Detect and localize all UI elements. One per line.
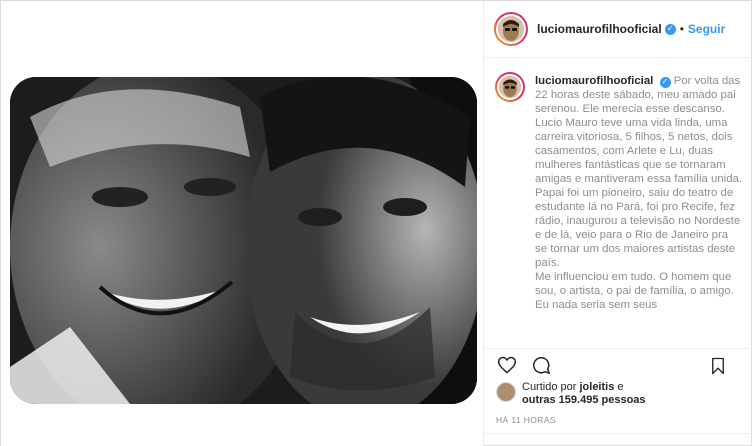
bookmark-icon[interactable]: [707, 355, 729, 377]
likes-summary: Curtido por joleitis e outras 159.495 pe…: [496, 381, 746, 411]
follow-button[interactable]: Seguir: [688, 22, 725, 36]
caption-avatar[interactable]: [495, 72, 525, 102]
caption-paragraph: Papai foi um pioneiro, saiu do teatro de…: [535, 187, 741, 269]
likes-text: Curtido por joleitis e outras 159.495 pe…: [522, 381, 646, 406]
likes-count-link[interactable]: outras 159.495 pessoas: [522, 394, 646, 406]
caption-paragraph: Me influenciou em tudo. O homem que sou,…: [535, 271, 734, 311]
caption-paragraph: luciomaurofilhooficial ✓ Por volta das 2…: [535, 75, 741, 115]
avatar[interactable]: [494, 12, 528, 46]
caption-paragraph: Lucio Mauro teve uma vida linda, uma car…: [535, 117, 743, 185]
caption-avatar-image: [499, 76, 521, 98]
verified-icon: ✓: [659, 76, 671, 88]
caption-text: luciomaurofilhooficial ✓ Por volta das 2…: [535, 74, 743, 312]
post-timestamp: HÁ 11 HORAS: [496, 415, 556, 425]
liker-avatar[interactable]: [496, 382, 516, 402]
post-sidebar: luciomaurofilhooficial ✓ • Seguir luciom…: [484, 1, 752, 446]
comment-box[interactable]: [484, 433, 752, 446]
caption-username[interactable]: luciomaurofilhooficial: [535, 75, 653, 87]
liker-username[interactable]: joleitis: [579, 381, 614, 393]
action-bar: [484, 348, 752, 380]
verified-icon: ✓: [664, 23, 676, 35]
heart-icon[interactable]: [496, 354, 518, 376]
post-header: luciomaurofilhooficial ✓ • Seguir: [484, 1, 752, 58]
post-media: [1, 1, 484, 446]
comment-icon[interactable]: [530, 354, 552, 376]
avatar-image: [498, 16, 524, 42]
post-modal: luciomaurofilhooficial ✓ • Seguir luciom…: [0, 0, 752, 446]
header-username[interactable]: luciomaurofilhooficial: [537, 22, 662, 36]
photo-image: [10, 77, 477, 404]
header-separator: •: [679, 22, 684, 36]
post-photo[interactable]: [10, 77, 477, 404]
caption-area: luciomaurofilhooficial ✓ Por volta das 2…: [484, 58, 752, 348]
